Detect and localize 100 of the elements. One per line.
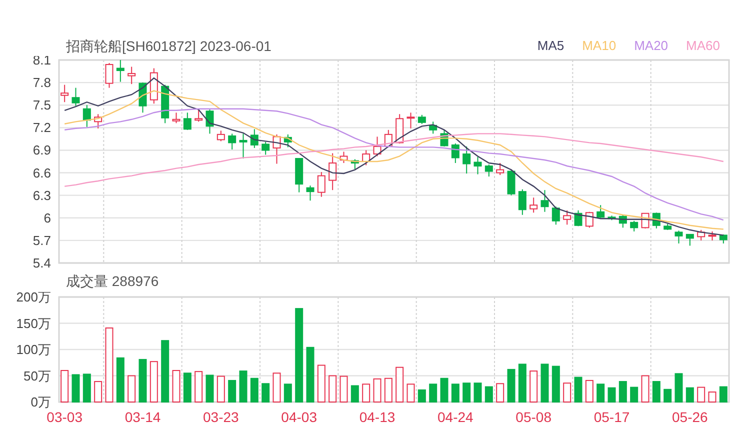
candlestick bbox=[462, 146, 471, 174]
volume-bar bbox=[60, 370, 69, 402]
volume-bar bbox=[172, 370, 180, 402]
volume-bar bbox=[206, 374, 214, 402]
volume-bar bbox=[116, 357, 124, 402]
candlestick bbox=[206, 109, 214, 134]
candlestick bbox=[618, 214, 627, 228]
volume-bar bbox=[719, 386, 728, 402]
volume-bar bbox=[574, 376, 582, 402]
volume-bar bbox=[72, 374, 80, 402]
volume-bar bbox=[396, 366, 404, 402]
volume-bar bbox=[641, 375, 650, 402]
volume-bar bbox=[328, 375, 337, 402]
candlestick bbox=[429, 121, 438, 134]
candlestick bbox=[686, 234, 694, 246]
axis-label: 05-26 bbox=[672, 409, 708, 425]
volume-bar bbox=[552, 366, 560, 402]
axis-label: 200万 bbox=[16, 292, 51, 304]
candlestick bbox=[674, 230, 683, 244]
candlestick bbox=[272, 134, 281, 164]
candlestick bbox=[284, 134, 292, 148]
candlestick bbox=[60, 84, 69, 103]
axis-label: 6 bbox=[44, 210, 51, 226]
axis-label: 03-03 bbox=[46, 409, 82, 425]
candlestick bbox=[585, 211, 594, 228]
candlestick bbox=[194, 109, 203, 122]
volume-bar bbox=[664, 388, 672, 402]
candlestick bbox=[418, 114, 426, 124]
volume-bar bbox=[350, 385, 359, 402]
volume-bar bbox=[708, 392, 716, 402]
volume-bar bbox=[94, 381, 102, 402]
candlestick bbox=[138, 82, 147, 114]
candlestick bbox=[507, 170, 516, 196]
volume-bar bbox=[306, 346, 314, 402]
chart-title: 成交量 288976 bbox=[66, 272, 159, 290]
candlestick bbox=[574, 210, 582, 227]
candlestick bbox=[340, 151, 348, 164]
legend-label: MA10 bbox=[582, 37, 616, 55]
volume-bar bbox=[474, 382, 482, 402]
axis-label: 50万 bbox=[24, 368, 51, 384]
candlestick bbox=[630, 220, 638, 232]
legend-label: MA60 bbox=[686, 37, 720, 55]
axis-label: 04-03 bbox=[281, 409, 317, 425]
axis-label: 5.4 bbox=[32, 256, 51, 270]
volume-bar bbox=[674, 373, 683, 402]
candlestick bbox=[664, 223, 672, 230]
volume-bar bbox=[697, 386, 706, 402]
candlestick bbox=[518, 188, 526, 216]
volume-bar bbox=[585, 380, 594, 402]
candlestick bbox=[384, 129, 392, 148]
volume-bar bbox=[563, 382, 572, 402]
volume-bar bbox=[138, 358, 147, 402]
volume-bar bbox=[652, 381, 660, 402]
volume-bar bbox=[596, 384, 605, 402]
axis-label: 7.5 bbox=[32, 98, 51, 113]
candlestick bbox=[596, 204, 605, 218]
candlestick bbox=[116, 60, 124, 82]
candlestick bbox=[719, 234, 728, 244]
volume-bar bbox=[150, 361, 158, 402]
axis-label: 0万 bbox=[30, 394, 51, 410]
candlestick bbox=[228, 133, 236, 150]
candlestick bbox=[317, 172, 326, 198]
candlestick bbox=[484, 164, 493, 178]
volume-bar bbox=[216, 376, 225, 402]
axis-label: 7.8 bbox=[32, 75, 51, 90]
candlestick bbox=[474, 156, 482, 175]
candlestick bbox=[72, 87, 80, 106]
volume-bar bbox=[608, 387, 616, 402]
axis-label: 5.7 bbox=[32, 232, 51, 248]
volume-bar bbox=[362, 384, 370, 402]
candlestick bbox=[150, 68, 158, 104]
candlestick bbox=[250, 128, 258, 148]
candlestick bbox=[496, 162, 504, 176]
volume-bar bbox=[630, 386, 638, 402]
volume-bar bbox=[530, 370, 538, 402]
candlestick bbox=[128, 66, 136, 85]
volume-bar bbox=[128, 375, 136, 402]
volume-bar bbox=[317, 364, 326, 402]
candlestick bbox=[94, 114, 102, 129]
volume-bar bbox=[194, 371, 203, 402]
candlestick bbox=[440, 129, 448, 147]
volume-bar bbox=[686, 387, 694, 402]
candlestick bbox=[262, 141, 270, 156]
axis-label: 6.3 bbox=[32, 188, 51, 203]
candlestick bbox=[451, 142, 460, 164]
candlestick bbox=[306, 185, 314, 202]
candlestick bbox=[216, 130, 225, 142]
volume-bar bbox=[340, 376, 348, 402]
candlestick bbox=[362, 150, 370, 166]
volume-bar bbox=[518, 364, 526, 402]
volume-bar bbox=[462, 382, 471, 402]
volume-bar bbox=[618, 381, 627, 402]
volume-bar bbox=[262, 383, 270, 402]
volume-bar bbox=[272, 372, 281, 402]
candlestick bbox=[697, 229, 706, 241]
volume-bar bbox=[440, 378, 448, 402]
volume-bar bbox=[384, 378, 392, 402]
legend-label: MA20 bbox=[634, 37, 668, 55]
candlestick bbox=[373, 136, 382, 157]
axis-label: 03-23 bbox=[203, 409, 239, 425]
